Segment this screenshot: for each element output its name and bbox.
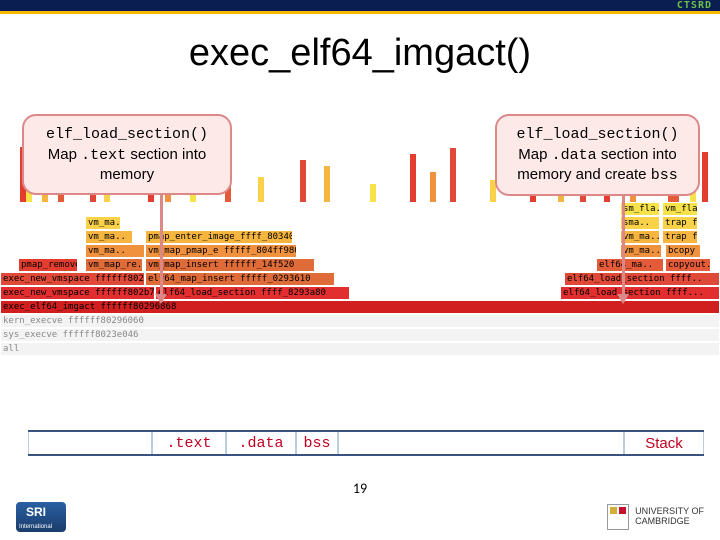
callout-arrow — [622, 190, 625, 302]
callout-arrow — [160, 190, 163, 302]
callout-text: Map — [48, 146, 81, 163]
ctsrd-logo: CTSRD — [677, 0, 712, 11]
memory-layout-bar: .text.databss Stack — [28, 430, 704, 456]
flame-spike — [450, 148, 456, 202]
flame-cell: vm_ma.. — [85, 216, 121, 230]
cambridge-shield-icon — [607, 504, 629, 530]
page-number: 19 — [0, 480, 720, 497]
callout-text: memory — [100, 166, 154, 183]
flame-spike — [410, 154, 416, 202]
memory-segment: bss — [296, 432, 338, 454]
callout-code: .text — [81, 147, 126, 164]
flame-cell: pmap_remove_ — [18, 258, 78, 272]
flame-cell: vm_ma.. — [620, 244, 662, 258]
flame-spike — [702, 152, 708, 202]
flame-cell: exec_new_vmspace ffffff802b790 — [0, 272, 145, 286]
flame-cell: elf64_map_insert fffff_0293610 — [145, 272, 335, 286]
flame-cell: all — [0, 342, 720, 356]
callout-code: bss — [651, 167, 678, 184]
memory-segment: .data — [226, 432, 296, 454]
flame-cell: elf64_load_section ffff... — [560, 286, 720, 300]
flame-cell: copyout.. — [665, 258, 711, 272]
flame-cell: bcopy f.. — [665, 244, 701, 258]
memory-segment — [28, 432, 152, 454]
flame-cell: vm_ma.. — [85, 230, 133, 244]
flame-spike — [300, 160, 306, 202]
cambridge-logo: UNIVERSITY OFCAMBRIDGE — [607, 504, 704, 530]
cambridge-text: CAMBRIDGE — [635, 517, 704, 527]
flame-cell: vm_ma.. — [85, 244, 145, 258]
callout-fn: elf_load_section() — [46, 126, 208, 143]
callout-code: .data — [552, 147, 597, 164]
flame-cell: sm_fla.. — [620, 202, 660, 216]
memory-segment: .text — [152, 432, 226, 454]
callout-text: section into — [597, 146, 677, 163]
callout-text: Map — [518, 146, 551, 163]
callout-data-section: elf_load_section() Map .data section int… — [495, 114, 700, 196]
flamegraph: sm_fla..vm_fla..vm_ma..sma..trap fl..vm_… — [0, 202, 720, 347]
flame-spike — [258, 177, 264, 202]
callout-fn: elf_load_section() — [516, 126, 678, 143]
flame-cell: sma.. — [620, 216, 660, 230]
memory-segment — [338, 432, 624, 454]
slide-title: exec_elf64_imgact() — [0, 32, 720, 75]
flame-cell: elf64_ma.. — [596, 258, 664, 272]
flame-spike — [430, 172, 436, 202]
callout-text: section into — [126, 146, 206, 163]
flame-cell: exec_elf64_imgact ffffff80296868 — [0, 300, 720, 314]
flame-cell: kern_execve ffffff80296060 — [0, 314, 720, 328]
sri-logo — [16, 502, 66, 532]
flame-spike — [370, 184, 376, 202]
flame-cell: vm_map_insert ffffff_14f520 — [145, 258, 315, 272]
callout-text-section: elf_load_section() Map .text section int… — [22, 114, 232, 195]
callout-text: memory and create — [517, 166, 650, 183]
flame-cell: exec_new_vmspace ffffff802b790 — [0, 286, 155, 300]
flame-cell: vm_map_pmap_e fffff_804ff980 — [145, 244, 297, 258]
memory-segment: Stack — [624, 432, 704, 454]
flame-cell: elf64_load_section ffff_8293a80 — [155, 286, 350, 300]
flame-cell: pmap_enter_image_ffff_803402a0 — [145, 230, 293, 244]
flame-cell: trap fl.. — [662, 216, 698, 230]
flame-cell: vm_ma.. — [620, 230, 660, 244]
flame-cell: vm_fla.. — [662, 202, 698, 216]
header-bar: CTSRD — [0, 0, 720, 14]
flame-cell: elf64_load_section ffff.. — [564, 272, 720, 286]
flame-cell: trap f.. — [662, 230, 698, 244]
flame-spike — [324, 166, 330, 202]
flame-cell: vm_map_re.. — [85, 258, 143, 272]
flame-cell: sys_execve ffffff8023e046 — [0, 328, 720, 342]
